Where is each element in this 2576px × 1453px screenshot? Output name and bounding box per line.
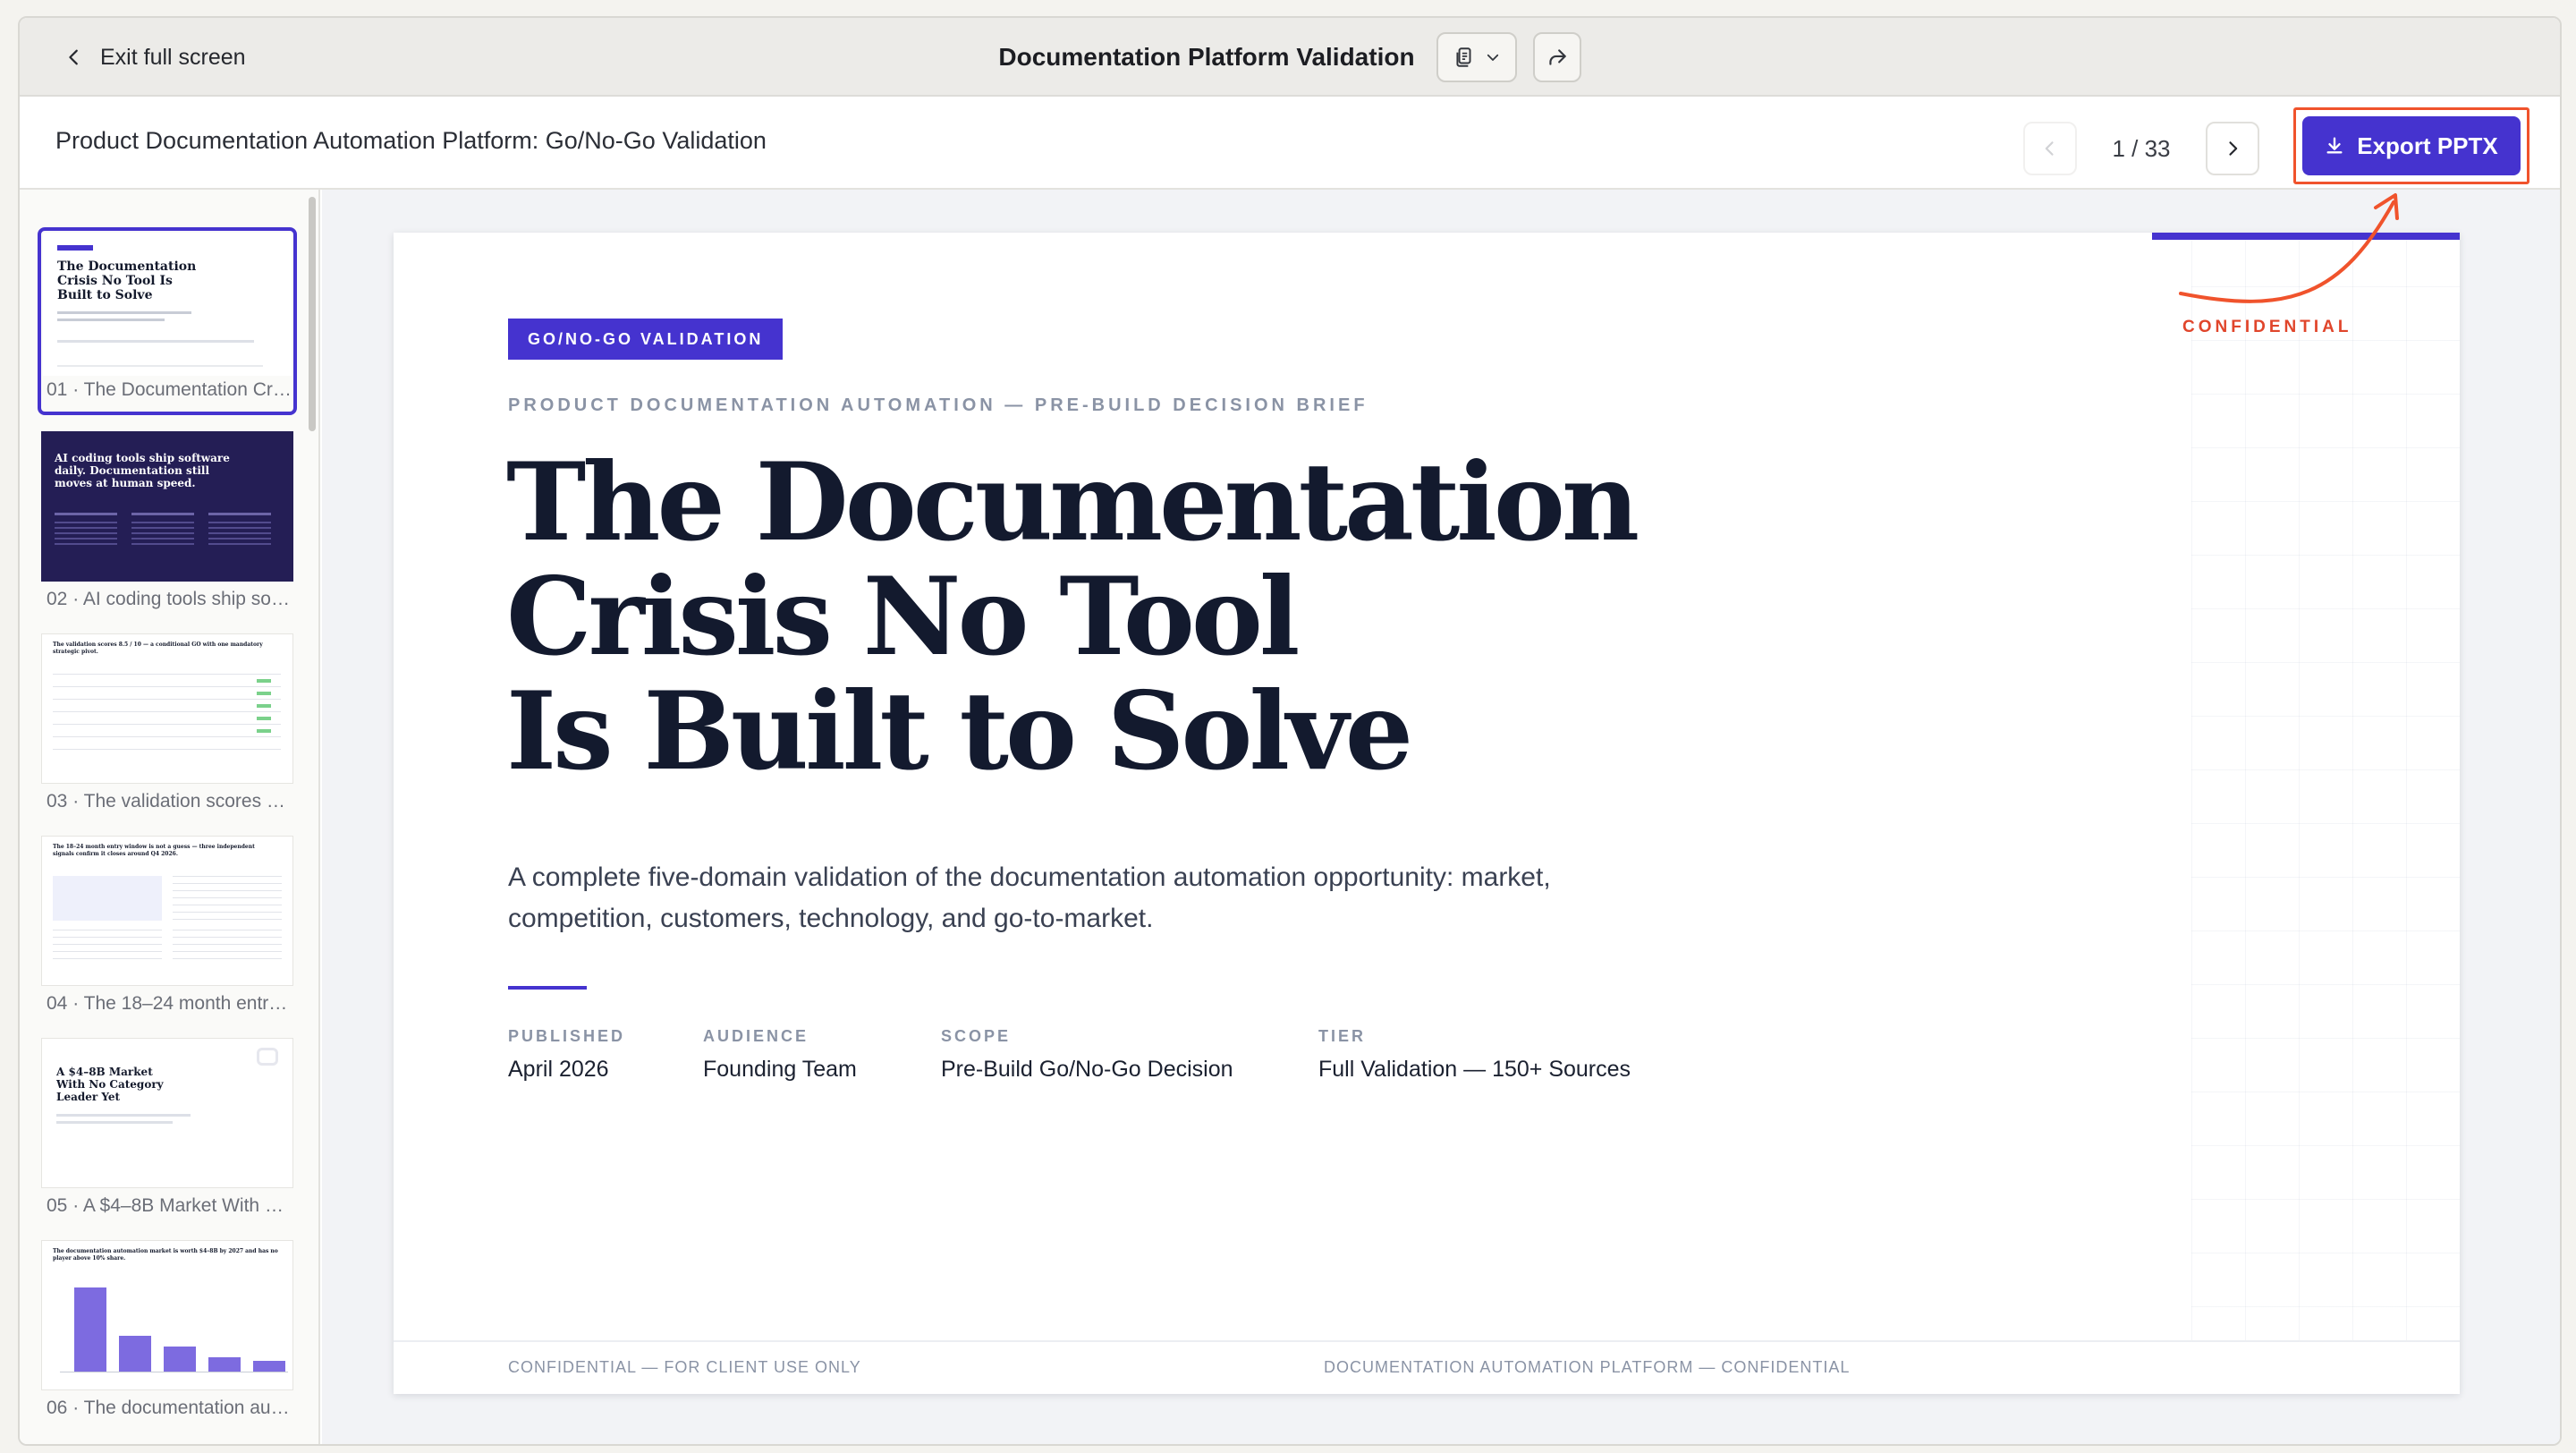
previous-slide-button[interactable] — [2023, 122, 2077, 175]
slide-thumbnail-sidebar[interactable]: The Documentation Crisis No Tool Is Buil… — [20, 190, 320, 1444]
sidebar-scrollbar[interactable] — [309, 197, 316, 431]
document-menu-button[interactable] — [1436, 32, 1517, 82]
meta-key: TIER — [1318, 1027, 1367, 1045]
thumbnail-title: The 18–24 month entry window is not a gu… — [53, 844, 255, 857]
thumbnail-preview: AI coding tools ship software daily. Doc… — [41, 431, 293, 582]
headline-line: The Documentation — [506, 439, 1640, 565]
meta-scope: SCOPE Pre-Build Go/No-Go Decision — [941, 1027, 1233, 1083]
slide-headline: The Documentation Crisis No Tool Is Buil… — [506, 439, 1640, 794]
export-pptx-button[interactable]: Export PPTX — [2302, 116, 2521, 175]
slide-badge: GO/NO-GO VALIDATION — [508, 319, 784, 360]
confidential-annotation-label: CONFIDENTIAL — [2182, 318, 2352, 336]
thumbnail-title: AI coding tools ship software daily. Doc… — [55, 452, 230, 489]
slide-subtitle: A complete five-domain validation of the… — [508, 862, 1551, 933]
thumbnail-preview: The Documentation Crisis No Tool Is Buil… — [43, 233, 292, 376]
thumbnail-label: 02 · AI coding tools ship software daily… — [47, 589, 293, 609]
meta-key: AUDIENCE — [703, 1027, 809, 1045]
accent-rule — [508, 986, 587, 990]
document-header: Product Documentation Automation Platfor… — [20, 97, 2560, 190]
thumbnail-title: A $4–8B Market With No Category Leader Y… — [56, 1066, 164, 1103]
thumbnail-label: 03 · The validation scores 8.5 / 10 — a … — [47, 791, 293, 811]
footer-right-text: DOCUMENTATION AUTOMATION PLATFORM — CONF… — [1324, 1358, 1851, 1376]
headline-line: Crisis No Tool — [506, 554, 1301, 680]
meta-value: Founding Team — [703, 1057, 857, 1082]
thumbnail-title: The documentation automation market is w… — [53, 1248, 278, 1262]
thumbnail-slide-1[interactable]: The Documentation Crisis No Tool Is Buil… — [38, 227, 297, 415]
download-icon — [2326, 137, 2343, 154]
meta-key: PUBLISHED — [508, 1027, 626, 1045]
meta-published: PUBLISHED April 2026 — [508, 1027, 625, 1083]
chevron-right-icon — [2229, 141, 2238, 156]
document-copy-icon — [1456, 47, 1471, 67]
headline-line: Is Built to Solve — [506, 668, 1413, 794]
thumbnail-preview: The documentation automation market is w… — [41, 1240, 293, 1390]
thumbnail-preview: The 18–24 month entry window is not a gu… — [41, 836, 293, 986]
presentation-window: Exit full screen Documentation Platform … — [18, 16, 2562, 1446]
meta-audience: AUDIENCE Founding Team — [703, 1027, 857, 1083]
slide-accent-bar — [2152, 233, 2460, 240]
slide-pager: 1 / 33 — [2023, 122, 2259, 175]
thumbnail-label: 06 · The documentation automation market… — [47, 1398, 293, 1418]
document-title: Product Documentation Automation Platfor… — [55, 127, 767, 154]
thumbnail-label: 04 · The 18–24 month entry window is not… — [47, 993, 293, 1014]
footer-left-text: CONFIDENTIAL — FOR CLIENT USE ONLY — [508, 1358, 861, 1376]
chevron-down-icon — [1487, 54, 1498, 61]
slide-footer: CONFIDENTIAL — FOR CLIENT USE ONLY DOCUM… — [394, 1340, 2460, 1394]
page-indicator: 1 / 33 — [2112, 134, 2171, 162]
thumbnail-title: The validation scores 8.5 / 10 — a condi… — [53, 642, 263, 655]
slide-kicker: PRODUCT DOCUMENTATION AUTOMATION — PRE-B… — [508, 395, 1368, 415]
share-button[interactable] — [1532, 32, 1581, 82]
thumbnail-label: 01 · The Documentation Crisis No Tool Is… — [47, 379, 293, 400]
export-pptx-label: Export PPTX — [2357, 132, 2498, 159]
share-icon — [1548, 49, 1566, 65]
thumbnail-title: The Documentation Crisis No Tool Is Buil… — [57, 259, 197, 302]
slide-canvas: CONFIDENTIAL GO/NO-GO VALIDATION PRODUCT… — [394, 233, 2460, 1394]
thumbnail-preview: The validation scores 8.5 / 10 — a condi… — [41, 633, 293, 784]
meta-key: SCOPE — [941, 1027, 1012, 1045]
presentation-title: Documentation Platform Validation — [998, 43, 1415, 71]
chevron-left-icon — [2045, 141, 2054, 156]
meta-tier: TIER Full Validation — 150+ Sources — [1318, 1027, 1631, 1083]
meta-value: April 2026 — [508, 1057, 609, 1082]
thumbnail-preview: A $4–8B Market With No Category Leader Y… — [41, 1038, 293, 1188]
top-bar: Exit full screen Documentation Platform … — [20, 18, 2560, 97]
slide-stage: CONFIDENTIAL GO/NO-GO VALIDATION PRODUCT… — [322, 190, 2560, 1444]
next-slide-button[interactable] — [2206, 122, 2259, 175]
thumbnail-label: 05 · A $4–8B Market With No Category Lea… — [47, 1195, 293, 1216]
meta-value: Full Validation — 150+ Sources — [1318, 1057, 1631, 1082]
grid-decoration — [2191, 233, 2460, 1340]
meta-value: Pre-Build Go/No-Go Decision — [941, 1057, 1233, 1082]
